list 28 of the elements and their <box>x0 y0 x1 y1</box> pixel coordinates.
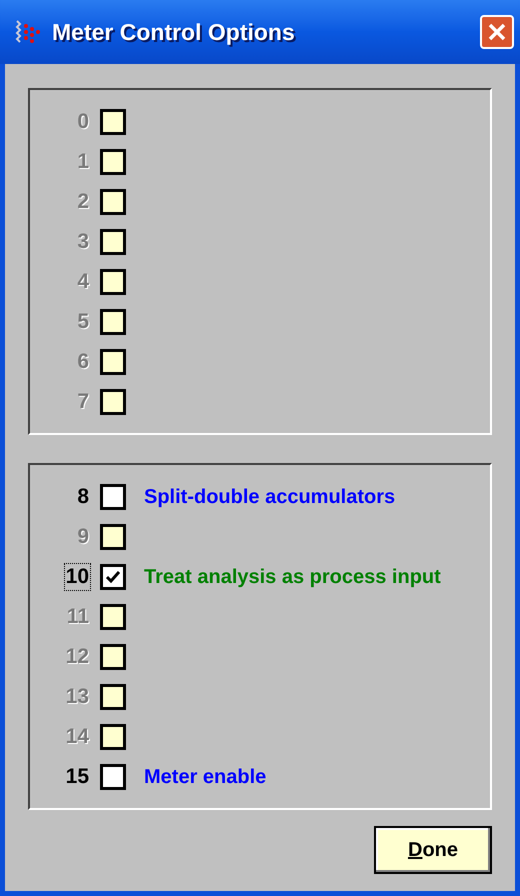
bit-number: 1 <box>76 148 90 174</box>
close-icon <box>488 23 506 41</box>
bit-number: 2 <box>76 188 90 214</box>
checkbox[interactable] <box>100 564 126 590</box>
option-label: Split-double accumulators <box>144 484 396 510</box>
checkbox[interactable] <box>100 764 126 790</box>
checkbox[interactable] <box>100 484 126 510</box>
bit-number: 14 <box>64 724 90 750</box>
bit-number: 4 <box>76 268 90 294</box>
close-button[interactable] <box>480 15 514 49</box>
option-label: Treat analysis as process input <box>144 564 441 590</box>
bit-number: 5 <box>76 308 90 334</box>
window-title: Meter Control Options <box>52 18 296 47</box>
bit-number: 3 <box>76 228 90 254</box>
bit-number: 11 <box>66 604 90 630</box>
bit-number: 15 <box>64 764 90 790</box>
bit-number: 13 <box>64 684 90 710</box>
bit-number: 8 <box>76 484 90 510</box>
bit-number: 9 <box>76 524 90 550</box>
bit-number: 7 <box>76 388 90 414</box>
bit-number: 10 <box>64 564 90 590</box>
option-label: Meter enable <box>144 764 266 790</box>
bit-number: 6 <box>76 348 90 374</box>
check-icon <box>106 570 120 582</box>
bit-number: 12 <box>64 644 90 670</box>
done-button[interactable]: Done <box>374 826 492 874</box>
bit-number: 0 <box>76 108 90 134</box>
app-icon <box>14 18 42 46</box>
